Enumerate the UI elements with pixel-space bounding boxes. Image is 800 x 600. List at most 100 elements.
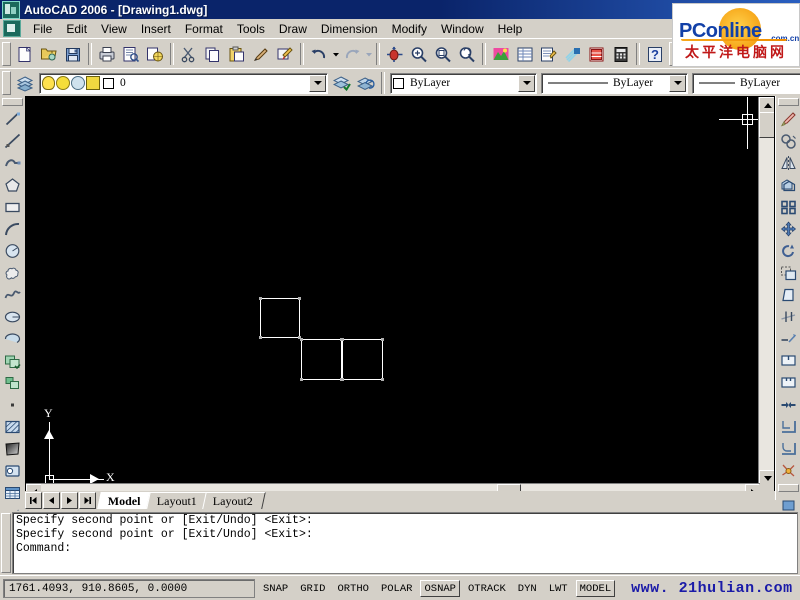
color-combo-chevron-down-icon[interactable] [518,74,535,92]
match-properties-icon[interactable] [249,43,273,66]
help-icon[interactable]: ? [643,43,667,66]
coordinate-display[interactable]: 1761.4093, 910.8605, 0.0000 [3,579,255,598]
open-icon[interactable] [37,43,61,66]
hatch-icon[interactable] [1,416,24,438]
menu-item-modify[interactable]: Modify [385,21,434,37]
block-editor-icon[interactable] [273,43,297,66]
model-space-viewport[interactable]: Y X [26,97,774,485]
modify-toolbar-bottom-grip[interactable] [778,484,799,492]
pan-realtime-icon[interactable] [383,43,407,66]
stretch-icon[interactable] [777,284,800,306]
move-icon[interactable] [777,218,800,240]
sheet-set-icon[interactable] [585,43,609,66]
chamfer-icon[interactable] [777,416,800,438]
construction-line-icon[interactable] [1,130,24,152]
arc-icon[interactable] [1,218,24,240]
rotate-icon[interactable] [777,240,800,262]
redo-icon[interactable] [340,43,364,66]
designcenter-icon[interactable] [537,43,561,66]
tab-layout2[interactable]: Layout2 [201,491,266,509]
layer-lock-icon[interactable] [86,76,100,90]
zoom-window-icon[interactable] [431,43,455,66]
document-control-icon[interactable] [3,20,21,37]
layer-freeze-viewport-icon[interactable] [71,76,85,90]
array-icon[interactable] [777,196,800,218]
make-block-icon[interactable] [1,372,24,394]
status-toggle-osnap[interactable]: OSNAP [420,580,460,597]
ellipse-arc-icon[interactable] [1,328,24,350]
ellipse-icon[interactable] [1,306,24,328]
explode-icon[interactable] [777,460,800,482]
draw-toolbar-grip[interactable] [2,98,23,106]
trim-icon[interactable] [777,306,800,328]
menu-item-window[interactable]: Window [434,21,491,37]
table-icon[interactable] [1,482,24,504]
paste-icon[interactable] [225,43,249,66]
first-layout-icon[interactable] [25,491,42,509]
polygon-icon[interactable] [1,174,24,196]
layers-toolbar-grip[interactable] [2,71,11,95]
polyline-icon[interactable] [1,152,24,174]
square-3[interactable] [341,338,384,381]
undo-icon[interactable] [307,43,331,66]
status-toggle-snap[interactable]: SNAP [259,580,293,597]
vertical-scroll-track[interactable] [759,112,774,470]
rectangle-icon[interactable] [1,196,24,218]
square-2[interactable] [300,338,343,381]
tab-layout1[interactable]: Layout1 [145,491,210,509]
render-icon[interactable] [489,43,513,66]
status-toggle-grid[interactable]: GRID [296,580,330,597]
linetype-combo[interactable]: ByLayer [541,72,688,94]
scale-icon[interactable] [777,262,800,284]
fillet-icon[interactable] [777,438,800,460]
properties-icon[interactable] [513,43,537,66]
vertical-scrollbar[interactable] [758,97,774,487]
layer-on-bulb-icon[interactable] [42,76,55,90]
calculator-icon[interactable] [609,43,633,66]
undo-dropdown-icon[interactable] [331,43,340,66]
break-at-point-icon[interactable] [777,350,800,372]
revision-cloud-icon[interactable] [1,262,24,284]
status-toggle-ortho[interactable]: ORTHO [333,580,373,597]
menu-item-view[interactable]: View [94,21,134,37]
menu-item-tools[interactable]: Tools [230,21,272,37]
spline-icon[interactable] [1,284,24,306]
line-icon[interactable] [1,108,24,130]
last-layout-icon[interactable] [79,491,96,509]
status-toggle-dyn[interactable]: DYN [513,580,541,597]
menu-item-file[interactable]: File [26,21,59,37]
menu-item-draw[interactable]: Draw [272,21,314,37]
drawing-canvas[interactable]: Y X [25,96,775,500]
layer-combo-chevron-down-icon[interactable] [309,74,326,92]
lineweight-combo[interactable]: ByLayer [692,72,800,94]
insert-block-icon[interactable] [1,350,24,372]
point-icon[interactable] [1,394,24,416]
cut-icon[interactable] [177,43,201,66]
linetype-combo-chevron-down-icon[interactable] [669,74,686,92]
next-layout-icon[interactable] [61,491,78,509]
zoom-realtime-icon[interactable] [407,43,431,66]
offset-icon[interactable] [777,174,800,196]
break-icon[interactable] [777,372,800,394]
tool-palettes-icon[interactable] [561,43,585,66]
tab-model[interactable]: Model [97,491,154,509]
save-icon[interactable] [61,43,85,66]
zoom-previous-icon[interactable] [455,43,479,66]
layer-combo[interactable]: 0 [39,72,328,94]
vertical-scroll-thumb[interactable] [759,112,774,138]
copy-object-icon[interactable] [777,130,800,152]
menu-item-edit[interactable]: Edit [59,21,94,37]
layer-properties-icon[interactable] [13,72,37,95]
command-prompt[interactable]: Command: [16,542,794,556]
command-window-grip[interactable] [1,513,11,573]
gradient-icon[interactable] [1,438,24,460]
previous-layout-icon[interactable] [43,491,60,509]
new-icon[interactable] [13,43,37,66]
square-1[interactable] [259,297,301,339]
extend-icon[interactable] [777,328,800,350]
status-toggle-polar[interactable]: POLAR [376,580,417,597]
menu-item-insert[interactable]: Insert [134,21,178,37]
publish-icon[interactable] [143,43,167,66]
status-toggle-model[interactable]: MODEL [575,580,616,597]
menu-item-format[interactable]: Format [178,21,230,37]
